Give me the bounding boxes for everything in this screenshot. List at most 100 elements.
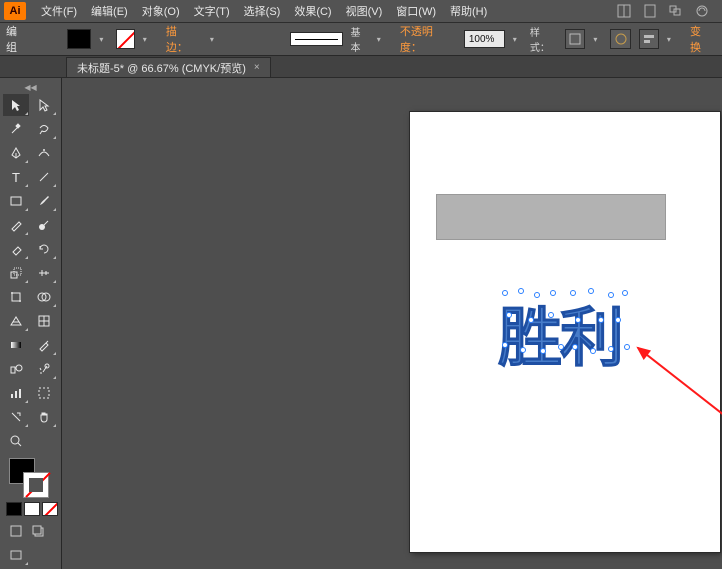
anchor-point[interactable] xyxy=(550,290,556,296)
layout-icon[interactable] xyxy=(616,3,632,19)
stroke-color-icon[interactable] xyxy=(23,472,49,498)
anchor-point[interactable] xyxy=(598,317,604,323)
scale-tool[interactable] xyxy=(3,262,29,284)
menu-object[interactable]: 对象(O) xyxy=(135,3,187,19)
stroke-swatch[interactable] xyxy=(116,29,134,49)
anchor-point[interactable] xyxy=(588,288,594,294)
draw-behind-icon[interactable] xyxy=(28,522,48,540)
menu-type[interactable]: 文字(T) xyxy=(187,3,237,19)
eraser-tool[interactable] xyxy=(3,238,29,260)
collapse-tools-icon[interactable]: ◀◀ xyxy=(3,82,58,92)
pen-tool[interactable] xyxy=(3,142,29,164)
rectangle-tool[interactable] xyxy=(3,190,29,212)
zoom-tool[interactable] xyxy=(3,430,29,452)
gradient-mode-icon[interactable] xyxy=(24,502,40,516)
print-tiling-tool[interactable] xyxy=(31,430,57,452)
anchor-point[interactable] xyxy=(608,292,614,298)
brush-preview[interactable] xyxy=(290,32,343,46)
type-tool[interactable]: T xyxy=(3,166,29,188)
anchor-point[interactable] xyxy=(540,348,546,354)
arrange-icon[interactable] xyxy=(668,3,684,19)
paintbrush-tool[interactable] xyxy=(31,190,57,212)
mesh-tool[interactable] xyxy=(31,310,57,332)
artboard[interactable]: 胜利 xyxy=(410,112,720,552)
anchor-point[interactable] xyxy=(528,317,534,323)
anchor-point[interactable] xyxy=(575,317,581,323)
artboard-tool[interactable] xyxy=(31,382,57,404)
transform-label[interactable]: 变换 xyxy=(684,23,716,55)
sync-icon[interactable] xyxy=(694,3,710,19)
blend-tool[interactable] xyxy=(3,358,29,380)
fill-stroke-control[interactable] xyxy=(9,458,49,498)
selection-tool[interactable] xyxy=(3,94,29,116)
anchor-point[interactable] xyxy=(502,290,508,296)
magic-wand-tool[interactable] xyxy=(3,118,29,140)
symbol-sprayer-tool[interactable] xyxy=(31,358,57,380)
pencil-tool[interactable] xyxy=(3,214,29,236)
anchor-point[interactable] xyxy=(506,312,512,318)
stroke-dropdown-icon[interactable]: ▾ xyxy=(143,35,152,44)
free-transform-tool[interactable] xyxy=(3,286,29,308)
slice-tool[interactable] xyxy=(3,406,29,428)
anchor-point[interactable] xyxy=(570,290,576,296)
opacity-field[interactable]: 100% xyxy=(464,30,505,48)
anchor-point[interactable] xyxy=(572,344,578,350)
anchor-point[interactable] xyxy=(558,344,564,350)
anchor-point[interactable] xyxy=(615,317,621,323)
line-tool[interactable] xyxy=(31,166,57,188)
menu-help[interactable]: 帮助(H) xyxy=(443,3,494,19)
eyedropper-tool[interactable] xyxy=(31,334,57,356)
anchor-point[interactable] xyxy=(622,290,628,296)
control-bar: 编组 ▾ ▾ 描边： ▾ 基本 ▾ 不透明度： 100% ▾ 样式： ▾ ▾ 变… xyxy=(0,22,722,56)
none-mode-icon[interactable] xyxy=(42,502,58,516)
align-button[interactable] xyxy=(639,29,659,49)
stroke-weight-dropdown-icon[interactable]: ▾ xyxy=(210,35,219,44)
opacity-label[interactable]: 不透明度： xyxy=(394,23,456,55)
document-tab[interactable]: 未标题-5* @ 66.67% (CMYK/预览) × xyxy=(66,57,271,77)
anchor-point[interactable] xyxy=(590,348,596,354)
hand-tool[interactable] xyxy=(31,406,57,428)
close-tab-icon[interactable]: × xyxy=(254,62,260,73)
anchor-point[interactable] xyxy=(608,346,614,352)
rectangle-shape[interactable] xyxy=(436,194,666,240)
style-dropdown-icon[interactable]: ▾ xyxy=(593,35,602,44)
stroke-label[interactable]: 描边： xyxy=(160,23,202,55)
outlined-text[interactable]: 胜利 xyxy=(498,287,622,379)
direct-selection-tool[interactable] xyxy=(31,94,57,116)
lasso-tool[interactable] xyxy=(31,118,57,140)
menu-effect[interactable]: 效果(C) xyxy=(287,3,338,19)
menu-view[interactable]: 视图(V) xyxy=(339,3,390,19)
column-graph-tool[interactable] xyxy=(3,382,29,404)
anchor-point[interactable] xyxy=(518,288,524,294)
canvas-area[interactable]: 胜利 xyxy=(62,78,722,569)
anchor-point[interactable] xyxy=(520,347,526,353)
document-setup-icon[interactable] xyxy=(642,3,658,19)
blend-dropdown-icon[interactable]: ▾ xyxy=(377,35,386,44)
perspective-grid-tool[interactable] xyxy=(3,310,29,332)
menu-edit[interactable]: 编辑(E) xyxy=(84,3,135,19)
document-tab-title: 未标题-5* @ 66.67% (CMYK/预览) xyxy=(77,60,246,76)
menu-file[interactable]: 文件(F) xyxy=(34,3,84,19)
fill-swatch[interactable] xyxy=(67,29,91,49)
curvature-tool[interactable] xyxy=(31,142,57,164)
align-dropdown-icon[interactable]: ▾ xyxy=(667,35,676,44)
style-button[interactable] xyxy=(565,29,585,49)
menu-select[interactable]: 选择(S) xyxy=(237,3,288,19)
fill-dropdown-icon[interactable]: ▾ xyxy=(99,35,108,44)
anchor-point[interactable] xyxy=(548,312,554,318)
rotate-tool[interactable] xyxy=(31,238,57,260)
anchor-point[interactable] xyxy=(534,292,540,298)
blob-brush-tool[interactable] xyxy=(31,214,57,236)
width-tool[interactable] xyxy=(31,262,57,284)
opacity-dropdown-icon[interactable]: ▾ xyxy=(513,35,522,44)
shape-builder-tool[interactable] xyxy=(31,286,57,308)
draw-normal-icon[interactable] xyxy=(6,522,26,540)
color-mode-icon[interactable] xyxy=(6,502,22,516)
svg-text:T: T xyxy=(12,170,20,184)
anchor-point[interactable] xyxy=(502,342,508,348)
screen-mode-icon[interactable] xyxy=(3,544,29,566)
menu-window[interactable]: 窗口(W) xyxy=(389,3,443,19)
gradient-tool[interactable] xyxy=(3,334,29,356)
anchor-point[interactable] xyxy=(624,344,630,350)
recolor-button[interactable] xyxy=(610,29,630,49)
